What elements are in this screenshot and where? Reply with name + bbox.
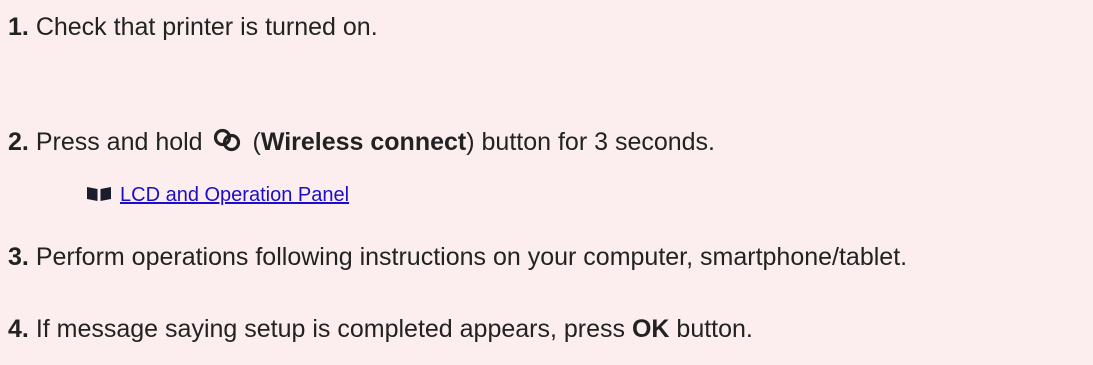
step-2: 2. Press and hold (Wireless connect) but… [8,127,715,157]
wireless-connect-icon [213,128,240,152]
step-4-text-after: button. [676,315,753,343]
ok-button-label: OK [631,315,670,343]
step-3-text: Perform operations following instruction… [35,243,908,271]
step-1-number: 1. [8,13,29,41]
lcd-panel-link-row: LCD and Operation Panel [86,183,349,207]
step-3: 3. Perform operations following instruct… [8,242,907,272]
step-1-text: Check that printer is turned on. [35,13,378,41]
lcd-operation-panel-link[interactable]: LCD and Operation Panel [120,184,349,206]
step-2-text-after: ) button for 3 seconds. [466,128,716,156]
step-4: 4. If message saying setup is completed … [8,314,753,344]
step-4-text-before: If message saying setup is completed app… [35,315,626,343]
step-1: 1. Check that printer is turned on. [8,12,378,42]
step-2-paren-open: ( [245,128,261,156]
step-2-text-before: Press and hold [35,128,203,156]
step-4-number: 4. [8,315,29,343]
book-icon [87,187,111,201]
wireless-connect-label: Wireless connect [260,128,467,156]
step-3-number: 3. [8,243,29,271]
step-2-number: 2. [8,128,29,156]
